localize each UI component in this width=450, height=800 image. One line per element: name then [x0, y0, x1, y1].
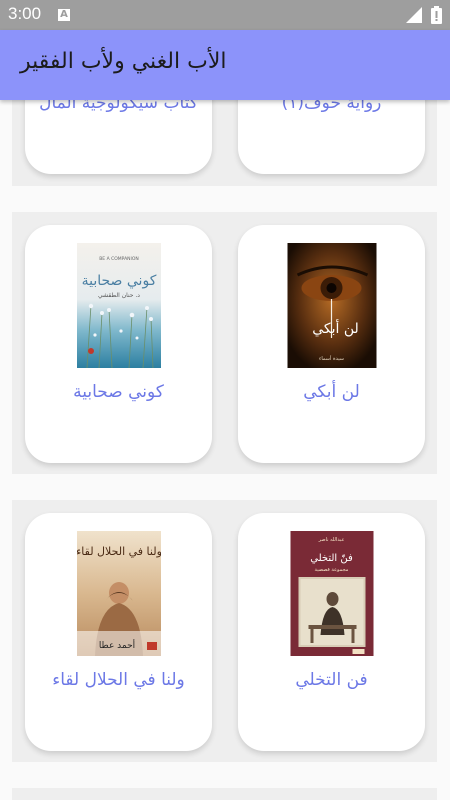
book-card[interactable]: ولنا في الحلال لقاء أحمد عطا ولنا في الح… — [25, 513, 212, 751]
book-list[interactable]: كتاب سيكولوجية المال رواية خوف(١) BE A C… — [0, 100, 450, 800]
book-card[interactable]: BE A COMPANION كوني صحابية د. حنان الطقش… — [25, 225, 212, 463]
book-title: ولنا في الحلال لقاء — [52, 670, 185, 690]
cover-title: ولنا في الحلال لقاء — [77, 545, 161, 558]
status-time: 3:00 — [8, 4, 42, 23]
cover-title: فنّ التخلي — [310, 553, 353, 564]
book-cover: BE A COMPANION كوني صحابية د. حنان الطقش… — [76, 243, 161, 368]
book-row — [12, 788, 437, 800]
notification-a-icon: A — [58, 9, 70, 21]
book-title: لن أبكي — [303, 382, 360, 402]
app-bar-title: الأب الغني ولأب الفقير — [20, 49, 227, 74]
book-title: كتاب سيكولوجية المال — [39, 100, 198, 113]
cover-tagline: BE A COMPANION — [99, 256, 139, 262]
book-cover: ولنا في الحلال لقاء أحمد عطا — [76, 531, 161, 656]
book-card[interactable]: عبدالله ناصر فنّ التخلي مجموعة قصصية فن … — [238, 513, 425, 751]
status-bar: 3:00 A — [0, 0, 450, 30]
cover-title: لن أبكي — [312, 319, 359, 337]
book-card[interactable]: رواية خوف(١) — [238, 100, 425, 174]
cover-author: أحمد عطا — [98, 639, 134, 651]
book-cover: لن أبكي سيدة أسماء — [287, 243, 376, 368]
book-title: فن التخلي — [295, 670, 368, 690]
book-title: رواية خوف(١) — [281, 100, 382, 113]
cover-subtitle: مجموعة قصصية — [314, 567, 348, 573]
app-bar: الأب الغني ولأب الفقير — [0, 30, 450, 100]
cover-author: عبدالله ناصر — [317, 537, 344, 543]
signal-icon — [406, 7, 422, 23]
book-card[interactable]: كتاب سيكولوجية المال — [25, 100, 212, 174]
cover-author: سيدة أسماء — [319, 355, 344, 362]
cover-title: كوني صحابية — [81, 273, 156, 289]
cover-author: د. حنان الطقشي — [98, 292, 140, 299]
book-title: كوني صحابية — [73, 382, 164, 402]
battery-icon — [431, 6, 442, 24]
book-card[interactable]: لن أبكي سيدة أسماء لن أبكي — [238, 225, 425, 463]
book-cover: عبدالله ناصر فنّ التخلي مجموعة قصصية — [290, 531, 373, 656]
